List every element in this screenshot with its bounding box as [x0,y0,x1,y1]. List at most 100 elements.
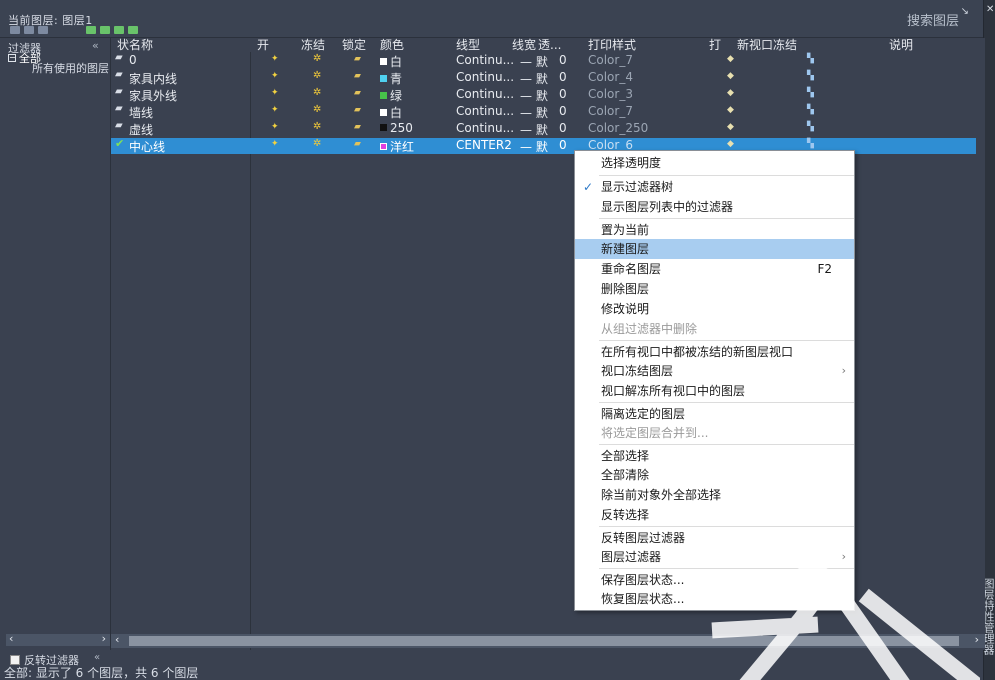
menu-item-invert-selection[interactable]: 反转选择 [575,505,854,525]
layer-transparency[interactable]: 0 [559,53,567,67]
collapse-tree-icon[interactable]: « [92,39,99,52]
expand-icon[interactable]: − [8,54,16,62]
on-bulb-icon[interactable]: ✦ [271,71,279,81]
menu-item-rename-layer[interactable]: 重命名图层 F2 [575,259,854,279]
grid-horizontal-scrollbar[interactable]: ‹ › [111,633,985,648]
layer-color[interactable]: 洋红 [380,138,414,155]
col-plot[interactable]: 打 [709,36,721,53]
menu-item-select-all-but-current[interactable]: 除当前对象外全部选择 [575,485,854,505]
tree-horizontal-scrollbar[interactable]: ‹ › [6,632,110,646]
layer-linetype[interactable]: Continu... [456,53,514,67]
col-transparency[interactable]: 透... [538,36,561,53]
scroll-left-icon[interactable]: ‹ [9,632,13,645]
close-icon[interactable]: ✕ [986,4,994,15]
menu-item-restore-layer-state[interactable]: 恢复图层状态... [575,589,854,609]
menu-item-vp-freeze-layer[interactable]: 视口冻结图层 › [575,361,854,381]
plot-printer-icon[interactable]: ◆ [727,54,734,64]
freeze-sun-icon[interactable]: ✲ [313,87,321,98]
layer-plotstyle[interactable]: Color_3 [588,87,633,101]
unlock-icon[interactable]: ▰ [354,139,361,149]
on-bulb-icon[interactable]: ✦ [271,139,279,149]
freeze-sun-icon[interactable]: ✲ [313,70,321,81]
col-linetype[interactable]: 线型 [456,36,480,53]
plot-printer-icon[interactable]: ◆ [727,71,734,81]
layer-name[interactable]: 0 [129,53,137,67]
layer-name[interactable]: 虚线 [129,121,153,138]
newvp-freeze-icon[interactable]: ▚ [807,71,814,81]
layer-name[interactable]: 墙线 [129,104,153,121]
layer-transparency[interactable]: 0 [559,104,567,118]
unlock-icon[interactable]: ▰ [354,122,361,132]
scroll-left-icon[interactable]: ‹ [115,633,119,646]
layer-transparency[interactable]: 0 [559,138,567,152]
col-freeze[interactable]: 冻结 [301,36,325,53]
newvp-freeze-icon[interactable]: ▚ [807,122,814,132]
set-current-icon[interactable] [128,26,138,34]
unlock-icon[interactable]: ▰ [354,54,361,64]
col-color[interactable]: 颜色 [380,36,404,53]
newvp-freeze-icon[interactable]: ▚ [807,54,814,64]
col-description[interactable]: 说明 [889,36,913,53]
layer-plotstyle[interactable]: Color_7 [588,53,633,67]
col-on[interactable]: 开 [257,36,269,53]
layer-name[interactable]: 中心线 [129,138,165,155]
layer-color[interactable]: 青 [380,70,402,87]
freeze-sun-icon[interactable]: ✲ [313,104,321,115]
delete-layer-icon[interactable] [114,26,124,34]
unlock-icon[interactable]: ▰ [354,105,361,115]
menu-item-new-layer[interactable]: 新建图层 [575,239,854,259]
scroll-right-icon[interactable]: › [975,633,979,646]
layer-linetype[interactable]: Continu... [456,121,514,135]
layer-lineweight[interactable]: — 默 [520,53,548,70]
search-input[interactable]: 搜索图层 [907,10,959,29]
freeze-sun-icon[interactable]: ✲ [313,138,321,149]
table-row[interactable]: ▰ 0 ✦ ✲ ▰ 白 Continu... — 默 0 Color_7 ◆ ▚ [111,52,976,70]
on-bulb-icon[interactable]: ✦ [271,122,279,132]
layer-transparency[interactable]: 0 [559,87,567,101]
layer-lineweight[interactable]: — 默 [520,104,548,121]
unlock-icon[interactable]: ▰ [354,71,361,81]
layer-states-manager-icon[interactable] [38,26,48,34]
on-bulb-icon[interactable]: ✦ [271,54,279,64]
newvp-freeze-icon[interactable]: ▚ [807,88,814,98]
layer-lineweight[interactable]: — 默 [520,121,548,138]
on-bulb-icon[interactable]: ✦ [271,105,279,115]
plot-printer-icon[interactable]: ◆ [727,105,734,115]
new-layer-icon[interactable] [86,26,96,34]
layer-transparency[interactable]: 0 [559,121,567,135]
menu-item-isolate-layers[interactable]: 隔离选定的图层 [575,404,854,424]
menu-item-clear-all[interactable]: 全部清除 [575,465,854,485]
scroll-right-icon[interactable]: › [102,632,106,645]
new-property-filter-icon[interactable] [10,26,20,34]
layer-transparency[interactable]: 0 [559,70,567,84]
collapse-panel-icon[interactable]: « [94,652,100,663]
table-row[interactable]: ▰ 家具外线 ✦ ✲ ▰ 绿 Continu... — 默 0 Color_3 … [111,86,976,104]
menu-item-vp-thaw-all[interactable]: 视口解冻所有视口中的图层 [575,381,854,401]
layer-color[interactable]: 绿 [380,87,402,104]
freeze-sun-icon[interactable]: ✲ [313,121,321,132]
layer-lineweight[interactable]: — 默 [520,138,548,155]
col-lock[interactable]: 锁定 [342,36,366,53]
menu-item-set-current[interactable]: 置为当前 [575,220,854,240]
menu-item-delete-layer[interactable]: 删除图层 [575,279,854,299]
layer-color[interactable]: 白 [380,104,402,121]
menu-item-change-description[interactable]: 修改说明 [575,299,854,319]
new-layer-vp-frozen-icon[interactable] [100,26,110,34]
tree-node-used-layers[interactable]: 所有使用的图层 [32,60,110,76]
layer-lineweight[interactable]: — 默 [520,87,548,104]
menu-item-select-all[interactable]: 全部选择 [575,446,854,466]
layer-linetype[interactable]: Continu... [456,104,514,118]
menu-item-save-layer-state[interactable]: 保存图层状态... [575,570,854,590]
menu-item-invert-layer-filter[interactable]: 反转图层过滤器 [575,528,854,548]
on-bulb-icon[interactable]: ✦ [271,88,279,98]
layer-plotstyle[interactable]: Color_7 [588,104,633,118]
menu-item-layer-filters[interactable]: 图层过滤器 › [575,547,854,567]
scroll-thumb[interactable] [129,636,959,646]
menu-item-show-filters-in-list[interactable]: 显示图层列表中的过滤器 [575,197,854,217]
table-row[interactable]: ▰ 墙线 ✦ ✲ ▰ 白 Continu... — 默 0 Color_7 ◆ … [111,103,976,121]
plot-printer-icon[interactable]: ◆ [727,88,734,98]
menu-item-show-filter-tree[interactable]: ✓ 显示过滤器树 [575,177,854,197]
layer-name[interactable]: 家具内线 [129,70,177,87]
col-lineweight[interactable]: 线宽 [512,36,536,53]
table-row[interactable]: ▰ 家具内线 ✦ ✲ ▰ 青 Continu... — 默 0 Color_4 … [111,69,976,87]
